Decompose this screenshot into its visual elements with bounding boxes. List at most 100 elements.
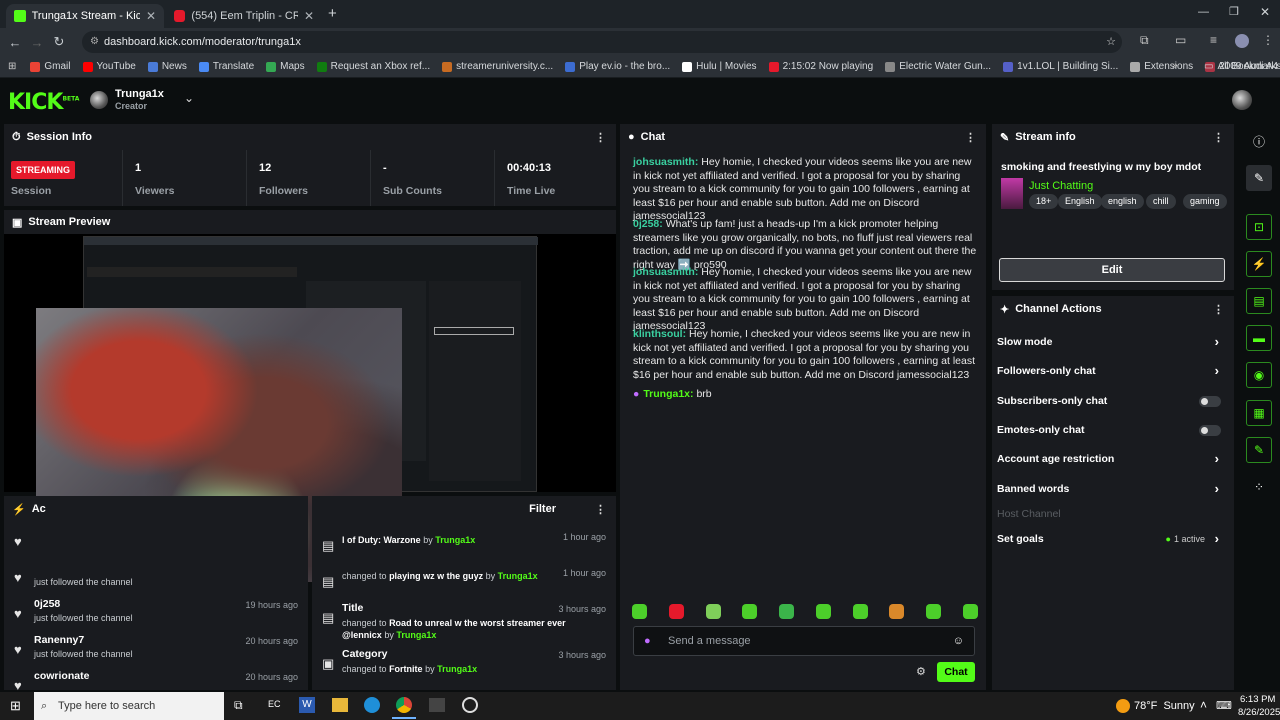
chat-settings-gear-icon[interactable]: ⚙ <box>916 665 926 678</box>
keyboard-icon[interactable]: ⌨ <box>1216 699 1232 712</box>
event-user-link[interactable]: Trunga1x <box>498 571 538 581</box>
weather-text[interactable]: 78°F Sunny <box>1134 700 1195 712</box>
emote-icon[interactable] <box>962 604 978 619</box>
layout-icon[interactable]: ▦ <box>1246 400 1272 426</box>
media-icon[interactable]: ≡ <box>1210 33 1217 47</box>
bookmark-item[interactable]: YouTube <box>82 61 136 72</box>
new-tab-icon[interactable]: + <box>328 5 337 22</box>
filter-button[interactable]: Filter <box>529 503 556 515</box>
bookmark-item[interactable]: Translate <box>198 61 254 72</box>
event-user-link[interactable]: Trunga1x <box>437 664 477 674</box>
channel-actions-menu-icon[interactable]: ⋮ <box>1213 303 1224 316</box>
app-circle-icon[interactable] <box>462 697 478 713</box>
emote-icon[interactable] <box>668 604 684 619</box>
emote-icon[interactable] <box>705 604 721 619</box>
edit-stream-button[interactable]: Edit <box>999 258 1225 282</box>
forward-icon[interactable]: → <box>26 35 48 50</box>
more-bookmarks-icon[interactable]: » <box>1172 60 1178 71</box>
bookmark-star-icon[interactable]: ☆ <box>1106 31 1116 53</box>
channel-action-item[interactable]: Banned words › <box>997 479 1225 499</box>
word-icon[interactable]: W <box>299 697 315 713</box>
chat-username[interactable]: johsuasmith: <box>633 266 698 278</box>
all-bookmarks-button[interactable]: ▭ All Bookmarks <box>1204 61 1280 72</box>
bookmark-item[interactable]: Request an Xbox ref... <box>316 61 430 72</box>
url-field[interactable]: ⚙ dashboard.kick.com/moderator/trunga1x … <box>82 31 1122 53</box>
stream-info-menu-icon[interactable]: ⋮ <box>1213 131 1224 144</box>
chat-icon[interactable]: ▬ <box>1246 325 1272 351</box>
close-tab-icon[interactable]: ✕ <box>304 9 314 23</box>
category-link[interactable]: Just Chatting <box>1029 180 1093 192</box>
back-icon[interactable]: ← <box>4 35 26 50</box>
site-info-icon[interactable]: ⚙ <box>90 31 99 53</box>
bookmark-item[interactable]: News <box>147 61 187 72</box>
chat-menu-icon[interactable]: ⋮ <box>965 131 976 144</box>
tab-kick-dashboard[interactable]: Trunga1x Stream - Kick Dashbo ✕ <box>6 4 164 28</box>
minimize-icon[interactable]: — <box>1198 6 1209 18</box>
emote-icon[interactable] <box>779 604 795 619</box>
windows-start-icon[interactable]: ⊞ <box>10 698 21 714</box>
kick-logo[interactable]: KICKBETA <box>8 90 79 115</box>
bookmark-item[interactable]: Electric Water Gun... <box>885 61 991 72</box>
store-icon[interactable] <box>429 698 445 712</box>
emote-icon[interactable] <box>926 604 942 619</box>
clipboard-icon[interactable]: ▤ <box>1246 288 1272 314</box>
chat-username[interactable]: Trunga1x: <box>643 388 693 400</box>
follower-name[interactable]: Ranenny7 <box>34 634 84 646</box>
reload-icon[interactable]: ↻ <box>48 34 70 50</box>
cast-icon[interactable]: ▭ <box>1175 33 1186 47</box>
channel-action-item[interactable]: Account age restriction › <box>997 449 1225 469</box>
broadcast-icon[interactable]: ◉ <box>1246 362 1272 388</box>
app-icon[interactable]: EC <box>268 699 281 709</box>
emoji-picker-icon[interactable]: ☺ <box>953 627 964 655</box>
bookmark-item[interactable]: Hulu | Movies <box>682 61 757 72</box>
channel-action-item[interactable]: Slow mode › <box>997 332 1225 352</box>
emote-icon[interactable] <box>815 604 831 619</box>
restore-icon[interactable]: ❐ <box>1229 5 1239 18</box>
bookmark-item[interactable]: Play ev.io - the bro... <box>565 61 670 72</box>
event-user-link[interactable]: Trunga1x <box>435 535 475 545</box>
bookmark-item[interactable]: Gmail <box>30 61 71 72</box>
chat-username[interactable]: klinthsoul: <box>633 328 686 340</box>
follower-name[interactable]: 0j258 <box>34 598 60 610</box>
tab-youtube[interactable]: (554) Eem Triplin - CRAZY H*ES ✕ <box>166 4 322 28</box>
channel-action-item[interactable]: Subscribers-only chat <box>997 391 1225 411</box>
activity-menu-icon[interactable]: ⋮ <box>595 503 606 516</box>
user-avatar[interactable] <box>1232 90 1252 110</box>
edit-pencil-icon[interactable]: ✎ <box>1246 165 1272 191</box>
browser-menu-icon[interactable]: ⋮ <box>1262 33 1274 47</box>
follower-name[interactable]: cowrionate <box>34 670 89 682</box>
apps-grid-icon[interactable]: ⊞ <box>8 61 16 72</box>
emote-icon[interactable] <box>632 604 647 619</box>
lightning-icon[interactable]: ⚡ <box>1246 251 1272 277</box>
profile-avatar-icon[interactable] <box>1235 34 1249 48</box>
task-view-icon[interactable]: ⧉ <box>234 698 243 713</box>
bookmark-item[interactable]: streameruniversity.c... <box>442 61 553 72</box>
clock-time[interactable]: 6:13 PM <box>1240 694 1275 705</box>
more-tools-icon[interactable]: ⁘ <box>1246 474 1272 500</box>
emote-icon[interactable] <box>742 604 758 619</box>
clock-date[interactable]: 8/26/2025 <box>1238 707 1280 718</box>
emote-icon[interactable] <box>852 604 868 619</box>
bookmark-item[interactable]: Extensions <box>1130 61 1193 72</box>
screen-capture-icon[interactable]: ⊡ <box>1246 214 1272 240</box>
channel-action-item[interactable]: Emotes-only chat <box>997 420 1225 440</box>
close-tab-icon[interactable]: ✕ <box>146 9 156 23</box>
tray-chevron-icon[interactable]: ˄ <box>1200 698 1207 712</box>
bookmark-item[interactable]: 2:15:02 Now playing <box>768 61 873 72</box>
close-window-icon[interactable]: ✕ <box>1260 5 1270 19</box>
tools-icon[interactable]: ✎ <box>1246 437 1272 463</box>
bookmark-item[interactable]: 1v1.LOL | Building Si... <box>1003 61 1118 72</box>
toggle-switch[interactable] <box>1199 396 1221 407</box>
chrome-icon[interactable] <box>396 697 412 713</box>
chat-username[interactable]: 0j258: <box>633 218 663 230</box>
file-explorer-icon[interactable] <box>332 698 348 712</box>
taskbar-search-input[interactable]: ⌕ Type here to search <box>34 692 224 720</box>
event-user-link[interactable]: Trunga1x <box>396 630 436 640</box>
toggle-switch[interactable] <box>1199 425 1221 436</box>
channel-action-item[interactable]: Followers-only chat › <box>997 361 1225 381</box>
channel-action-item[interactable]: Set goals ● 1 active › <box>997 529 1225 549</box>
bookmark-item[interactable]: Maps <box>266 61 305 72</box>
session-menu-icon[interactable]: ⋮ <box>595 131 606 144</box>
channel-switch-chevron-icon[interactable]: ⌄ <box>184 91 194 105</box>
emote-icon[interactable] <box>889 604 905 619</box>
